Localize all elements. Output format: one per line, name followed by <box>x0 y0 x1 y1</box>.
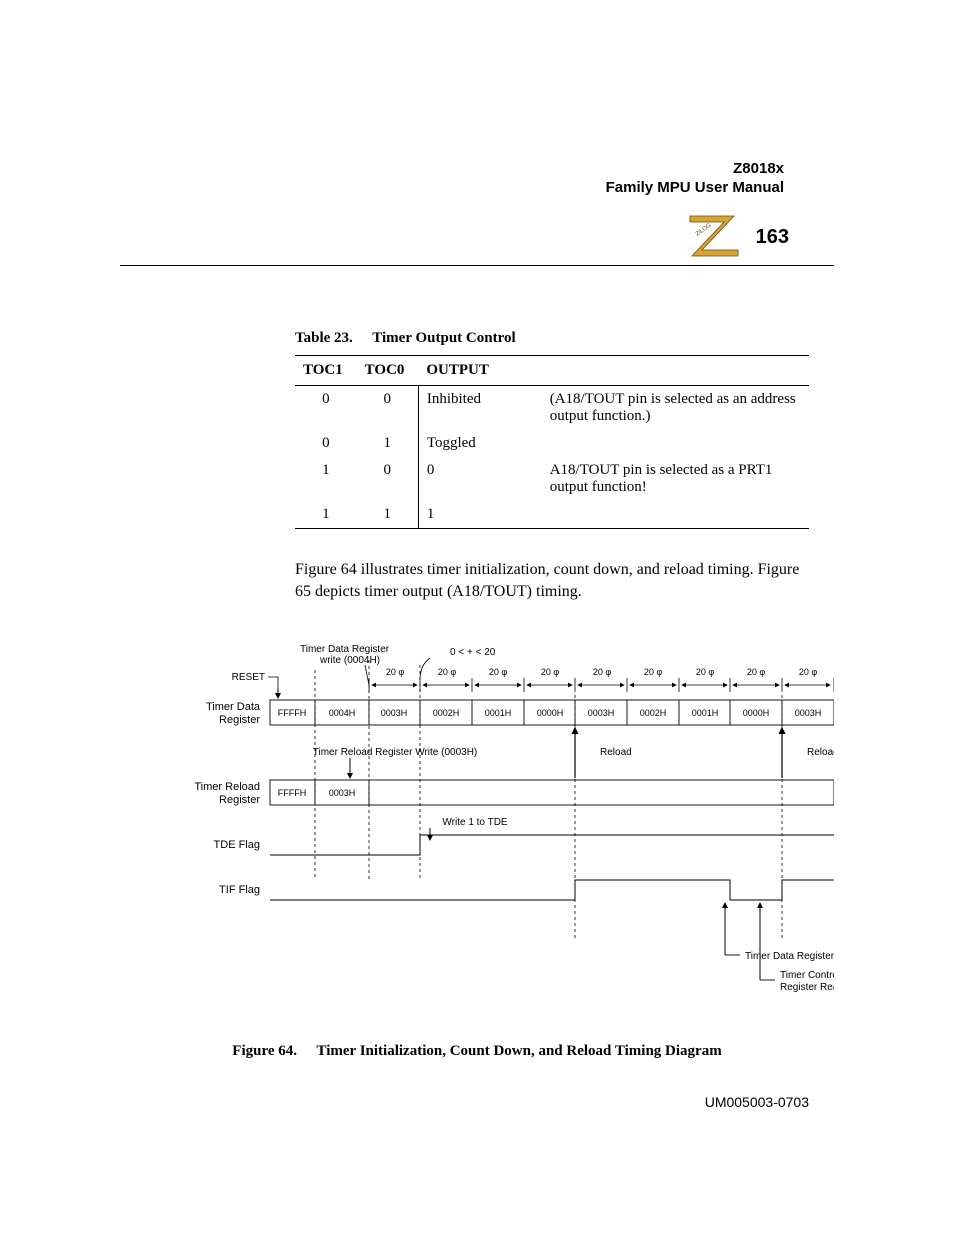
cell-toc1: 0 <box>295 386 357 431</box>
tdr-cell: 0001H <box>692 708 719 718</box>
cell-toc0: 1 <box>357 430 419 457</box>
label-trr: Timer Reload <box>194 781 260 793</box>
tdr-cell: FFFFH <box>278 708 307 718</box>
tdr-cell: 0000H <box>743 708 770 718</box>
cell-output: 0 <box>418 457 541 501</box>
zilog-logo-icon: ZiLOG <box>682 210 742 265</box>
cell-note: A18/TOUT pin is selected as a PRT1 outpu… <box>542 457 809 501</box>
label-reload-1: Reload <box>600 747 632 758</box>
phi-label: 20 φ <box>489 667 508 677</box>
tdr-cell: 0002H <box>640 708 667 718</box>
cell-note <box>542 501 809 529</box>
phi-label: 20 φ <box>799 667 818 677</box>
table-row: 0 0 Inhibited (A18/TOUT pin is selected … <box>295 386 809 431</box>
cell-output: Toggled <box>418 430 541 457</box>
table-header-row: TOC1 TOC0 OUTPUT <box>295 356 809 386</box>
label-write1-tde: Write 1 to TDE <box>442 817 508 828</box>
label-tdr-read: Timer Data Register Read <box>745 951 834 962</box>
tdr-cell: 0003H <box>381 708 408 718</box>
label-tdr-2: Register <box>219 714 260 726</box>
cell-toc1: 0 <box>295 430 357 457</box>
figure-caption: Figure 64. Timer Initialization, Count D… <box>120 1043 834 1060</box>
page-number: 163 <box>756 226 789 248</box>
phi-label: 20 φ <box>541 667 560 677</box>
cell-output: Inhibited <box>418 386 541 431</box>
table-row: 1 1 1 <box>295 501 809 529</box>
label-tcr-read-2: Register Read <box>780 982 834 993</box>
table-caption: Table 23. Timer Output Control <box>295 330 809 347</box>
table-caption-num: Table 23. <box>295 330 353 346</box>
label-tdr: Timer Data <box>206 701 261 713</box>
tdr-cell: 0004H <box>329 708 356 718</box>
phi-label: 20 φ <box>644 667 663 677</box>
logo-text: ZiLOG <box>695 222 713 237</box>
col-output: OUTPUT <box>418 356 541 386</box>
tdr-cell: 0002H <box>433 708 460 718</box>
phi-label: 20 φ <box>438 667 457 677</box>
label-tdr-write-2: write (0004H) <box>319 655 380 666</box>
trr-cell: FFFFH <box>278 788 307 798</box>
label-reset: RESET <box>232 672 265 683</box>
doc-header: Z8018x Family MPU User Manual <box>606 160 784 198</box>
cell-output: 1 <box>418 501 541 529</box>
timing-diagram: Timer Data Register write (0004H) 0 < + … <box>120 640 834 1060</box>
label-trr-2: Register <box>219 794 260 806</box>
doc-model: Z8018x <box>606 160 784 179</box>
doc-subtitle: Family MPU User Manual <box>606 179 784 198</box>
timer-output-control-table: TOC1 TOC0 OUTPUT 0 0 Inhibited (A18/TOUT… <box>295 355 809 529</box>
table-row: 1 0 0 A18/TOUT pin is selected as a PRT1… <box>295 457 809 501</box>
cell-note: (A18/TOUT pin is selected as an address … <box>542 386 809 431</box>
col-note <box>542 356 809 386</box>
cell-toc0: 0 <box>357 457 419 501</box>
label-tif: TIF Flag <box>219 884 260 896</box>
label-reload-2: Reload <box>807 747 834 758</box>
label-trr-write: Timer Reload Register Write (0003H) <box>313 747 478 758</box>
body-paragraph: Figure 64 illustrates timer initializati… <box>295 559 809 602</box>
tdr-cell: 0000H <box>537 708 564 718</box>
table-caption-title: Timer Output Control <box>372 330 515 346</box>
phi-label: 20 φ <box>386 667 405 677</box>
phi-label: 20 φ <box>747 667 766 677</box>
content-block: Table 23. Timer Output Control TOC1 TOC0… <box>295 330 809 602</box>
figure-caption-title: Timer Initialization, Count Down, and Re… <box>317 1043 722 1059</box>
col-toc0: TOC0 <box>357 356 419 386</box>
tdr-cell: 0003H <box>795 708 822 718</box>
col-toc1: TOC1 <box>295 356 357 386</box>
phi-label: 20 φ <box>593 667 612 677</box>
tdr-cell: 0001H <box>485 708 512 718</box>
tdr-cell: 0003H <box>588 708 615 718</box>
doc-footer: UM005003-0703 <box>705 1094 809 1110</box>
cell-toc1: 1 <box>295 501 357 529</box>
cell-toc0: 0 <box>357 386 419 431</box>
cell-toc0: 1 <box>357 501 419 529</box>
label-tdr-write: Timer Data Register <box>300 644 390 655</box>
cell-note <box>542 430 809 457</box>
label-tde: TDE Flag <box>214 839 260 851</box>
phi-label: 20 φ <box>696 667 715 677</box>
header-rule <box>120 265 834 266</box>
figure-caption-num: Figure 64. <box>232 1043 297 1059</box>
logo-block: ZiLOG 163 <box>682 210 789 265</box>
label-tcr-read-1: Timer Control <box>780 970 834 981</box>
table-row: 0 1 Toggled <box>295 430 809 457</box>
label-interval-note: 0 < + < 20 <box>450 647 496 658</box>
trr-cell: 0003H <box>329 788 356 798</box>
cell-toc1: 1 <box>295 457 357 501</box>
